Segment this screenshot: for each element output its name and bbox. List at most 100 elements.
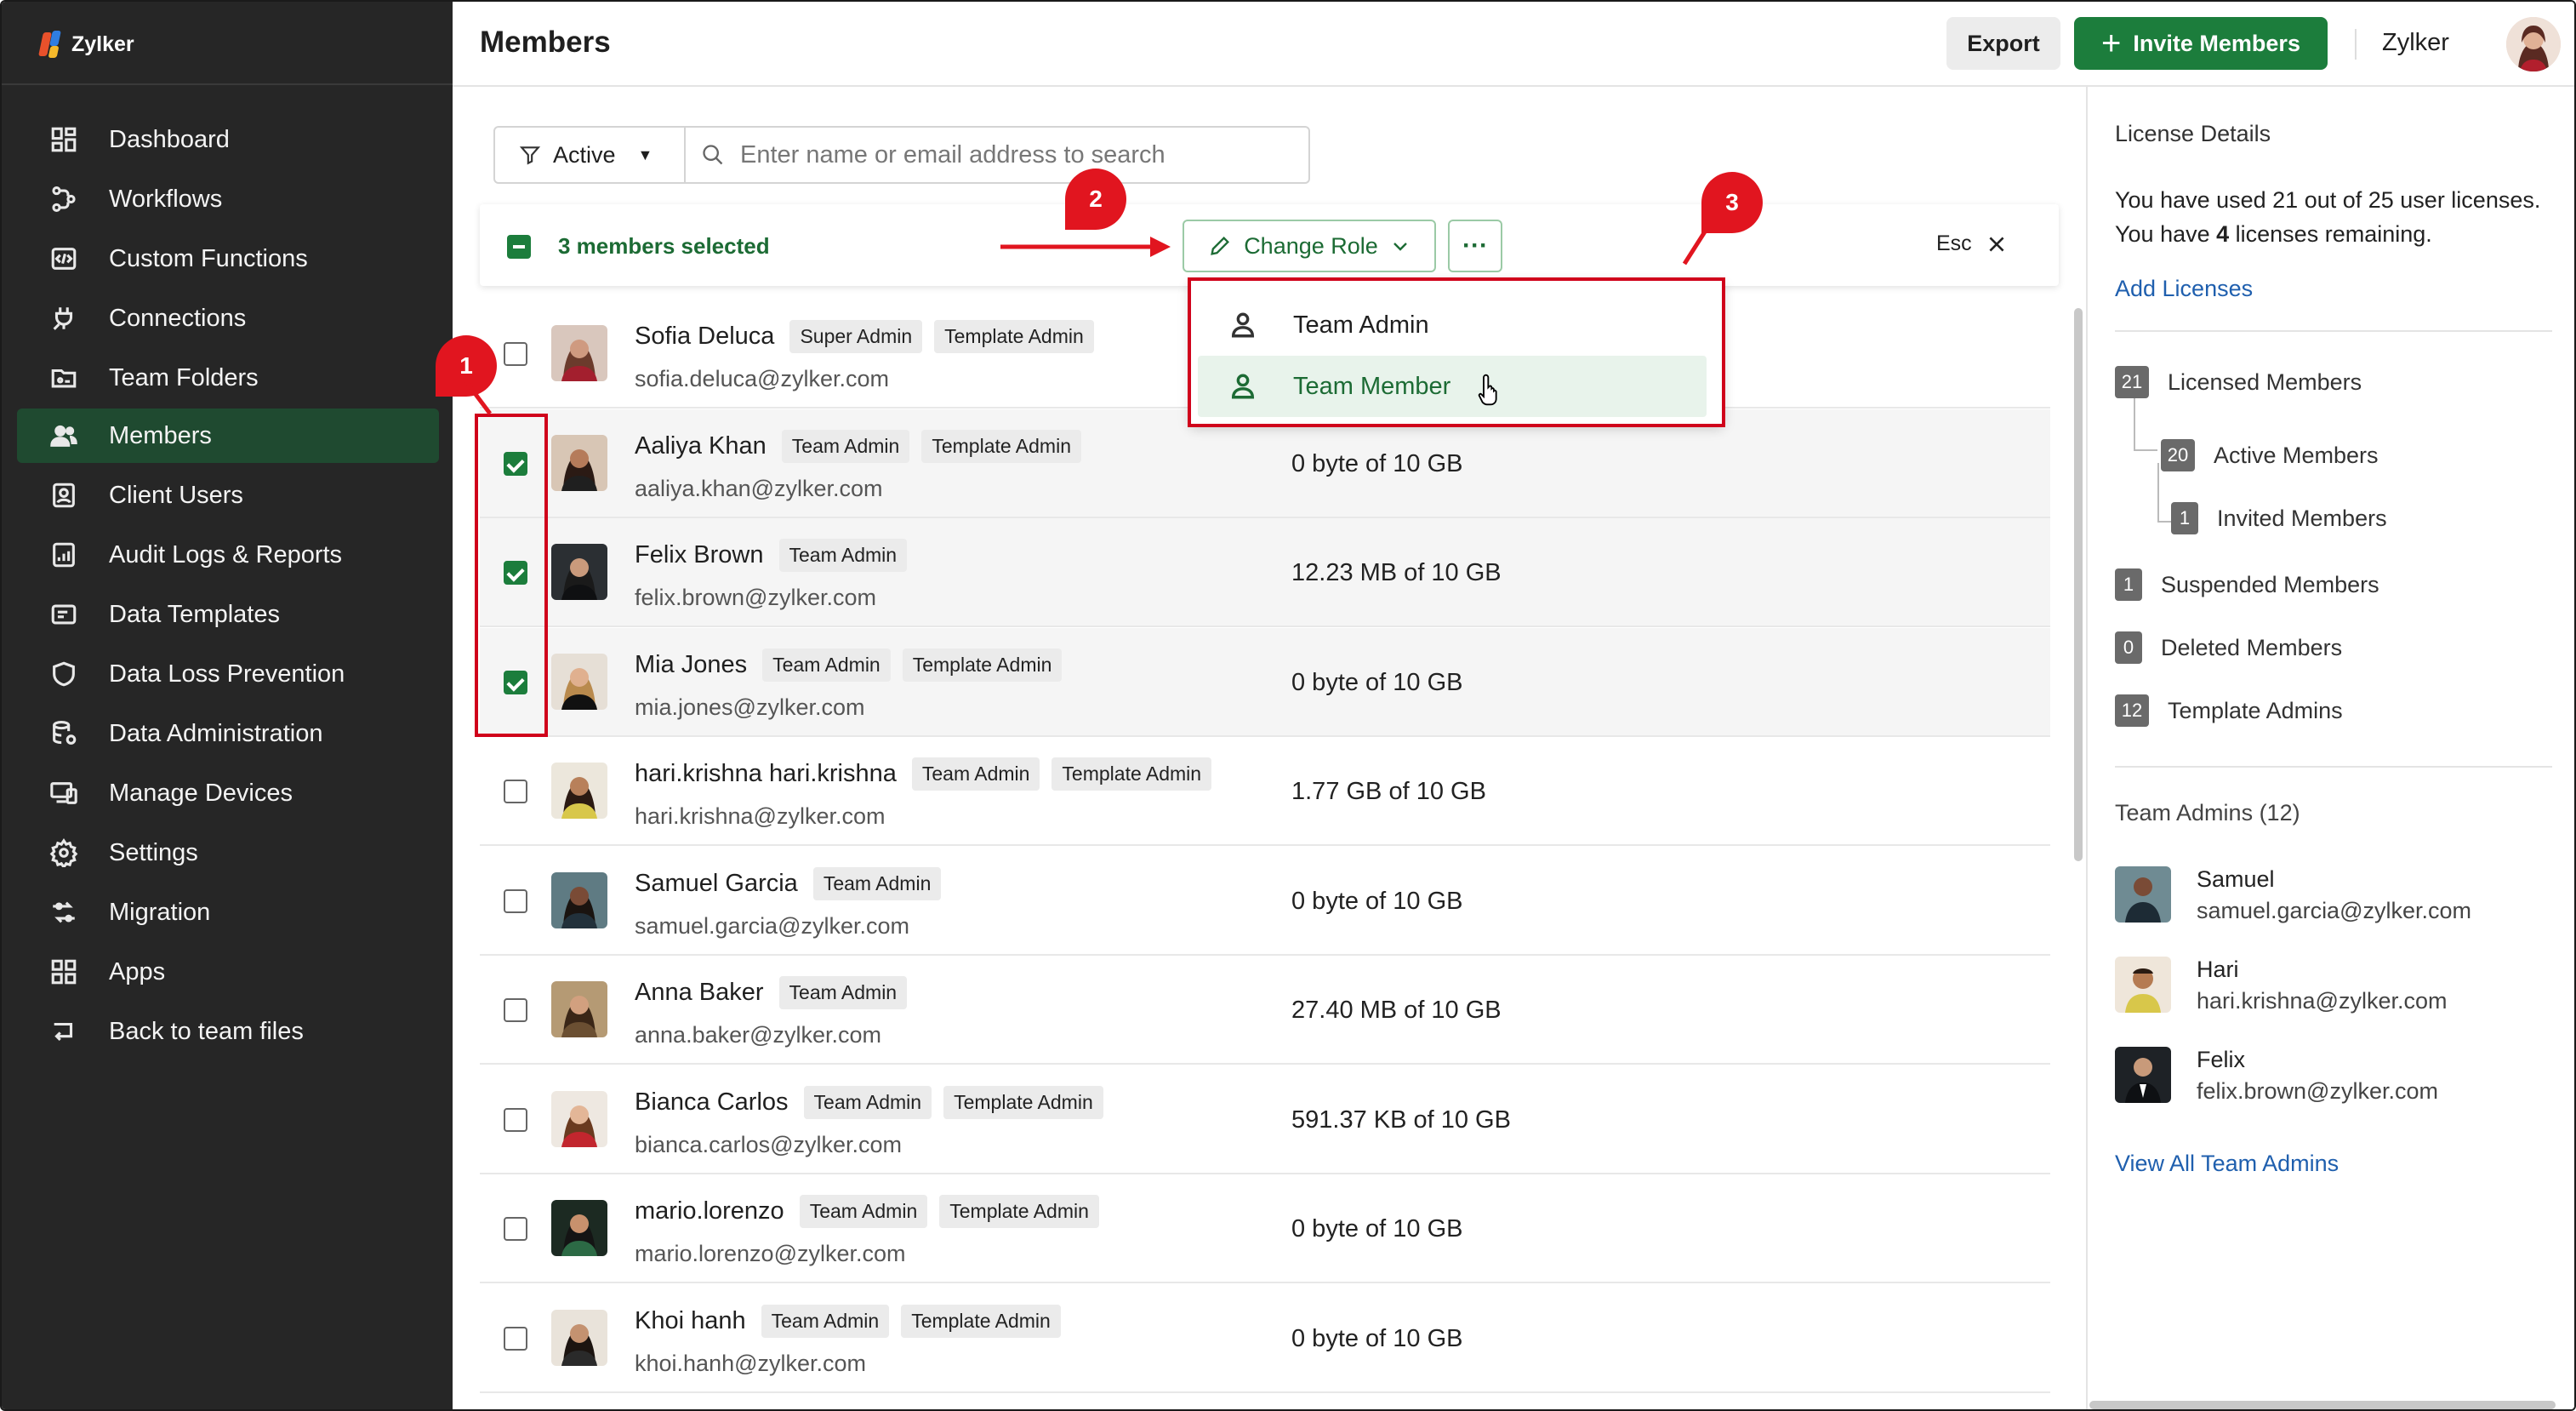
admin-email: hari.krishna@zylker.com [2197, 988, 2448, 1014]
users-icon [49, 421, 78, 450]
table-row[interactable]: Samuel Garcia Team Admin samuel.garcia@zyl… [480, 847, 2050, 956]
sidebar-item-workflows[interactable]: Workflows [17, 172, 439, 226]
sidebar-item-audit-logs[interactable]: Audit Logs & Reports [17, 528, 439, 582]
stat-licensed-members[interactable]: 21 Licensed Members [2115, 366, 2362, 398]
sidebar-item-members[interactable]: Members [17, 408, 439, 463]
member-name[interactable]: Sofia Deluca [635, 323, 774, 351]
annotation-number: 3 [1725, 189, 1739, 215]
row-checkbox[interactable] [504, 888, 527, 913]
role-badge: Team Admin [778, 539, 908, 572]
horizontal-scrollbar[interactable] [2089, 1401, 2556, 1409]
row-checkbox[interactable] [504, 561, 527, 585]
annotation-arrow-2 [1000, 237, 1171, 257]
storage-usage: 0 byte of 10 GB [1291, 887, 1463, 915]
sidebar-item-apps[interactable]: Apps [17, 945, 439, 999]
menu-item-team-member[interactable]: Team Member [1198, 356, 1707, 417]
status-filter-dropdown[interactable]: Active ▼ [495, 128, 686, 182]
member-name[interactable]: hari.krishna hari.krishna [635, 760, 897, 788]
row-checkbox[interactable] [504, 780, 527, 803]
table-row[interactable]: Khoi hanh Team Admin Template Admin khoi.ha… [480, 1284, 2050, 1393]
role-badge: Team Admin [812, 866, 942, 900]
table-row[interactable]: Mia Jones Team Admin Template Admin mia.jon… [480, 627, 2050, 737]
sidebar-item-data-templates[interactable]: Data Templates [17, 587, 439, 642]
search-input[interactable]: Enter name or email address to search [740, 141, 1165, 169]
change-role-button[interactable]: Change Role [1183, 220, 1436, 272]
sidebar-item-label: Migration [109, 898, 211, 926]
brand[interactable]: Zylker [38, 27, 134, 61]
role-badge: Template Admin [934, 320, 1094, 353]
row-checkbox[interactable] [504, 342, 527, 366]
member-name[interactable]: Bianca Carlos [635, 1088, 789, 1117]
sidebar-item-data-loss-prevention[interactable]: Data Loss Prevention [17, 647, 439, 701]
member-name[interactable]: Mia Jones [635, 651, 747, 679]
team-admin-item[interactable]: Hari hari.krishna@zylker.com [2115, 957, 2448, 1014]
stat-suspended-members[interactable]: 1 Suspended Members [2115, 568, 2379, 601]
sidebar-item-label: Custom Functions [109, 244, 308, 272]
user-avatar[interactable] [2506, 17, 2561, 71]
menu-item-team-admin[interactable]: Team Admin [1198, 294, 1707, 356]
table-row[interactable]: Anna Baker Team Admin anna.baker@zylker.co… [480, 956, 2050, 1065]
select-all-checkbox[interactable] [507, 235, 531, 259]
invite-members-button[interactable]: + Invite Members [2074, 17, 2328, 70]
row-checkbox[interactable] [504, 1326, 527, 1351]
clear-selection-button[interactable]: Esc [1936, 231, 2008, 256]
avatar [2115, 866, 2171, 923]
shield-icon [49, 660, 78, 688]
member-name[interactable]: Aaliya Khan [635, 432, 767, 460]
member-name[interactable]: Samuel Garcia [635, 870, 798, 898]
table-row[interactable]: Bianca Carlos Team Admin Template Admin bia… [480, 1065, 2050, 1174]
status-filter-value: Active [553, 141, 616, 168]
member-name[interactable]: Anna Baker [635, 979, 764, 1007]
plug-icon [49, 304, 78, 333]
stat-template-admins[interactable]: 12 Template Admins [2115, 694, 2343, 727]
sidebar-item-team-folders[interactable]: Team Folders [17, 351, 439, 405]
vertical-scrollbar[interactable] [2074, 308, 2083, 861]
search-field[interactable]: Enter name or email address to search [686, 128, 1308, 182]
export-button[interactable]: Export [1946, 17, 2060, 70]
storage-usage: 0 byte of 10 GB [1291, 668, 1463, 696]
stat-active-members[interactable]: 20 Active Members [2161, 439, 2379, 471]
row-checkbox[interactable] [504, 670, 527, 694]
row-checkbox[interactable] [504, 1107, 527, 1132]
stat-invited-members[interactable]: 1 Invited Members [2171, 502, 2387, 534]
row-checkbox[interactable] [504, 998, 527, 1022]
sidebar-item-back-to-team-files[interactable]: Back to team files [17, 1004, 439, 1059]
member-name-line: Felix Brown Team Admin [635, 539, 908, 572]
caret-down-icon: ▼ [637, 146, 653, 163]
avatar [551, 871, 607, 928]
sidebar-item-client-users[interactable]: Client Users [17, 468, 439, 523]
sidebar-item-custom-functions[interactable]: Custom Functions [17, 231, 439, 286]
member-name[interactable]: Felix Brown [635, 541, 764, 569]
table-row[interactable]: Felix Brown Team Admin felix.brown@zylker.… [480, 518, 2050, 627]
member-name[interactable]: Khoi hanh [635, 1307, 746, 1335]
sidebar-item-dashboard[interactable]: Dashboard [17, 112, 439, 167]
sidebar-item-data-administration[interactable]: Data Administration [17, 706, 439, 761]
admin-email: felix.brown@zylker.com [2197, 1078, 2438, 1104]
row-checkbox[interactable] [504, 1217, 527, 1241]
stat-label: Template Admins [2168, 697, 2343, 723]
table-row[interactable]: hari.krishna hari.krishna Team Admin Templ… [480, 737, 2050, 846]
filter-bar: Active ▼ Enter name or email address to … [493, 126, 1310, 184]
row-checkbox[interactable] [504, 451, 527, 476]
sidebar-item-label: Data Templates [109, 600, 280, 628]
stat-deleted-members[interactable]: 0 Deleted Members [2115, 631, 2342, 664]
org-switcher[interactable]: Zylker [2382, 29, 2449, 57]
sidebar-item-manage-devices[interactable]: Manage Devices [17, 766, 439, 820]
member-name[interactable]: mario.lorenzo [635, 1197, 784, 1225]
page-title: Members [480, 26, 611, 59]
avatar [551, 325, 607, 381]
team-admin-item[interactable]: Felix felix.brown@zylker.com [2115, 1047, 2438, 1105]
storage-usage: 591.37 KB of 10 GB [1291, 1105, 1511, 1134]
role-badge: Team Admin [799, 1195, 928, 1228]
admin-name: Felix [2197, 1047, 2246, 1072]
table-row[interactable]: mario.lorenzo Team Admin Template Admin mar… [480, 1174, 2050, 1283]
view-all-team-admins-link[interactable]: View All Team Admins [2115, 1151, 2339, 1177]
sidebar-item-settings[interactable]: Settings [17, 825, 439, 880]
add-licenses-link[interactable]: Add Licenses [2115, 276, 2253, 302]
sidebar-item-migration[interactable]: Migration [17, 885, 439, 940]
team-admin-item[interactable]: Samuel samuel.garcia@zylker.com [2115, 866, 2471, 924]
member-name-line: Aaliya Khan Team Admin Template Admin [635, 429, 1081, 463]
more-options-button[interactable]: ··· [1448, 220, 1502, 272]
sidebar-item-connections[interactable]: Connections [17, 291, 439, 346]
license-panel: License Details You have used 21 out of … [2086, 87, 2574, 1409]
